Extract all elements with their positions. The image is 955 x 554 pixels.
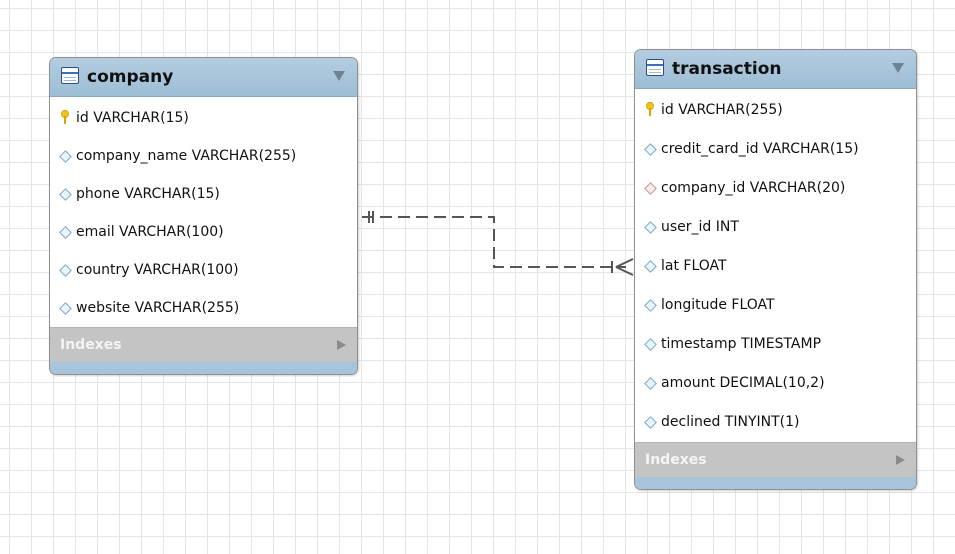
collapse-arrow-icon[interactable]: [333, 71, 345, 81]
column-company-phone[interactable]: phone VARCHAR(15): [50, 175, 357, 213]
transaction-table-header[interactable]: transaction: [635, 50, 916, 89]
column-label: credit_card_id VARCHAR(15): [661, 141, 859, 157]
primary-key-icon: [61, 110, 69, 124]
column-transaction-user-id[interactable]: user_id INT: [635, 208, 916, 247]
column-transaction-lat[interactable]: lat FLOAT: [635, 247, 916, 286]
column-label: amount DECIMAL(10,2): [661, 375, 825, 391]
column-transaction-company-id[interactable]: company_id VARCHAR(20): [635, 169, 916, 208]
column-label: user_id INT: [661, 219, 739, 235]
expand-arrow-icon[interactable]: [896, 455, 905, 465]
column-diamond-icon: [59, 150, 72, 163]
column-company-id[interactable]: id VARCHAR(15): [50, 99, 357, 137]
column-transaction-timestamp[interactable]: timestamp TIMESTAMP: [635, 325, 916, 364]
table-footer: [635, 477, 916, 489]
transaction-table[interactable]: transaction id VARCHAR(255) credit_card_…: [634, 49, 917, 490]
column-label: website VARCHAR(255): [76, 300, 240, 316]
company-table-header[interactable]: company: [50, 58, 357, 97]
table-title: company: [87, 67, 174, 87]
column-label: email VARCHAR(100): [76, 224, 224, 240]
table-title: transaction: [672, 59, 782, 79]
primary-key-icon: [646, 102, 654, 116]
column-transaction-amount[interactable]: amount DECIMAL(10,2): [635, 364, 916, 403]
column-label: id VARCHAR(15): [76, 110, 189, 126]
column-transaction-declined[interactable]: declined TINYINT(1): [635, 403, 916, 442]
column-diamond-icon: [59, 302, 72, 315]
column-diamond-icon: [644, 221, 657, 234]
column-label: timestamp TIMESTAMP: [661, 336, 822, 352]
column-company-name[interactable]: company_name VARCHAR(255): [50, 137, 357, 175]
column-diamond-icon: [59, 226, 72, 239]
column-label: country VARCHAR(100): [76, 262, 239, 278]
collapse-arrow-icon[interactable]: [892, 63, 904, 73]
column-label: lat FLOAT: [661, 258, 727, 274]
table-icon: [646, 59, 664, 76]
table-footer: [50, 362, 357, 374]
column-company-email[interactable]: email VARCHAR(100): [50, 213, 357, 251]
table-icon: [61, 67, 79, 84]
column-company-website[interactable]: website VARCHAR(255): [50, 289, 357, 327]
column-company-country[interactable]: country VARCHAR(100): [50, 251, 357, 289]
column-diamond-icon: [644, 377, 657, 390]
indexes-label: Indexes: [60, 337, 122, 353]
indexes-section[interactable]: Indexes: [50, 327, 357, 362]
column-transaction-credit-card-id[interactable]: credit_card_id VARCHAR(15): [635, 130, 916, 169]
column-label: phone VARCHAR(15): [76, 186, 220, 202]
column-transaction-longitude[interactable]: longitude FLOAT: [635, 286, 916, 325]
column-list: id VARCHAR(15) company_name VARCHAR(255)…: [50, 97, 357, 327]
indexes-label: Indexes: [645, 452, 707, 468]
column-label: company_name VARCHAR(255): [76, 148, 297, 164]
indexes-section[interactable]: Indexes: [635, 442, 916, 477]
er-diagram-canvas: company id VARCHAR(15) company_name VARC…: [0, 0, 955, 554]
column-transaction-id[interactable]: id VARCHAR(255): [635, 91, 916, 130]
column-diamond-icon: [644, 299, 657, 312]
column-list: id VARCHAR(255) credit_card_id VARCHAR(1…: [635, 89, 916, 442]
column-label: id VARCHAR(255): [661, 102, 783, 118]
column-diamond-icon: [644, 416, 657, 429]
relationship-line[interactable]: [362, 216, 626, 268]
column-diamond-icon: [644, 260, 657, 273]
column-diamond-icon: [644, 143, 657, 156]
column-label: declined TINYINT(1): [661, 414, 800, 430]
column-diamond-icon: [644, 338, 657, 351]
expand-arrow-icon[interactable]: [337, 340, 346, 350]
column-diamond-icon: [59, 188, 72, 201]
company-table[interactable]: company id VARCHAR(15) company_name VARC…: [49, 57, 358, 375]
foreign-key-diamond-icon: [644, 182, 657, 195]
column-diamond-icon: [59, 264, 72, 277]
column-label: company_id VARCHAR(20): [661, 180, 846, 196]
column-label: longitude FLOAT: [661, 297, 775, 313]
